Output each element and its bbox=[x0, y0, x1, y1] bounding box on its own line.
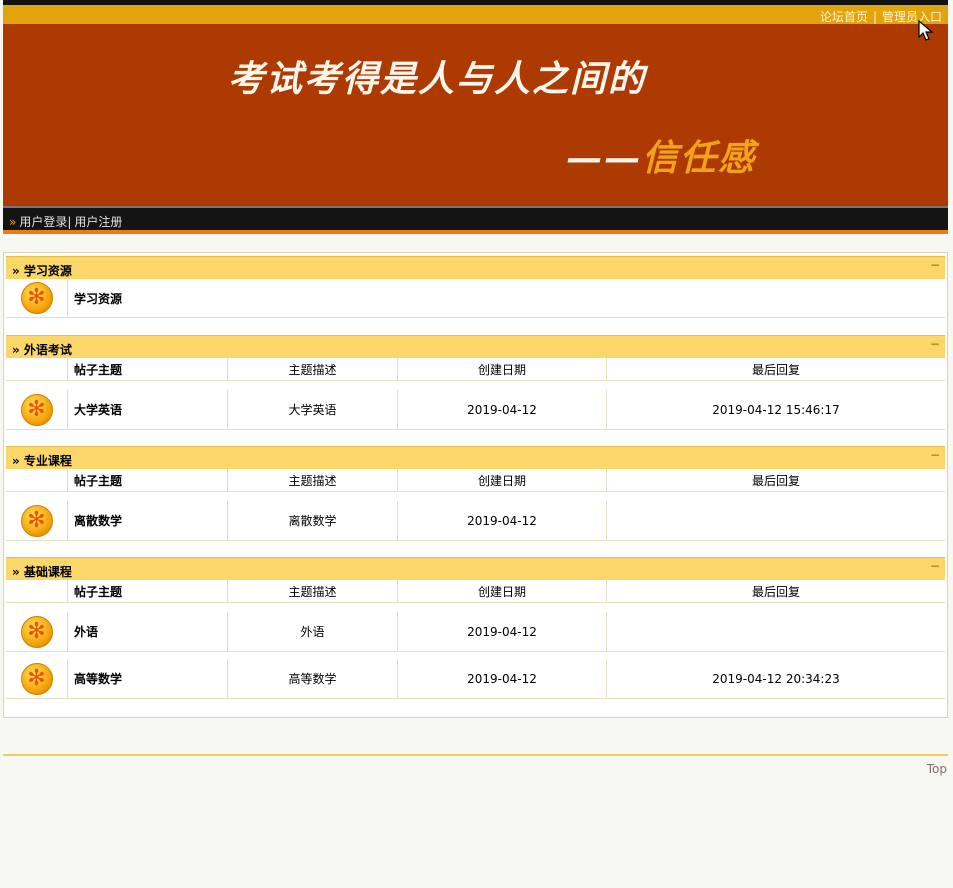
collapse-icon[interactable]: − bbox=[930, 448, 940, 462]
topic-cell: 高等数学 bbox=[68, 659, 228, 698]
nav-arrow-icon: » bbox=[9, 215, 17, 229]
banner: 考试考得是人与人之间的 ——信任感 bbox=[3, 24, 948, 206]
collapse-icon[interactable]: − bbox=[930, 337, 940, 351]
forum-row: ✻ 大学英语 大学英语 2019-04-12 2019-04-12 15:46:… bbox=[6, 390, 945, 430]
forum-home-link[interactable]: 论坛首页 bbox=[820, 10, 868, 24]
forum-icon-cell: ✻ bbox=[6, 612, 68, 651]
column-header-row: 帖子主题 主题描述 创建日期 最后回复 bbox=[6, 358, 945, 381]
forum-row: ✻ 高等数学 高等数学 2019-04-12 2019-04-12 20:34:… bbox=[6, 659, 945, 699]
icon-header-cell bbox=[6, 358, 68, 380]
mouse-pointer-icon bbox=[918, 20, 934, 41]
top-links-separator: | bbox=[872, 10, 877, 24]
forum-star-icon: ✻ bbox=[20, 282, 53, 314]
last-reply-header: 最后回复 bbox=[751, 473, 800, 488]
topic-link[interactable]: 大学英语 bbox=[74, 401, 122, 418]
forum-icon-cell: ✻ bbox=[6, 390, 68, 429]
user-nav-bar: » 用户登录| 用户注册 bbox=[3, 206, 948, 230]
forum-row: ✻ 外语 外语 2019-04-12 bbox=[6, 612, 945, 652]
forum-icon-cell: ✻ bbox=[6, 659, 68, 698]
last-reply-cell: 2019-04-12 20:34:23 bbox=[712, 671, 840, 686]
icon-header-cell bbox=[6, 580, 68, 602]
icon-header-cell bbox=[6, 469, 68, 491]
topic-cell: 大学英语 bbox=[68, 390, 228, 429]
login-link[interactable]: 用户登录 bbox=[19, 215, 67, 229]
last-reply-cell: 2019-04-12 15:46:17 bbox=[712, 402, 840, 417]
topic-link[interactable]: 学习资源 bbox=[74, 290, 122, 307]
topic-header: 帖子主题 bbox=[68, 469, 228, 491]
topic-cell: 学习资源 bbox=[68, 279, 228, 317]
column-header-row: 帖子主题 主题描述 创建日期 最后回复 bbox=[6, 580, 945, 603]
date-cell: 2019-04-12 bbox=[398, 612, 607, 651]
slogan-dash: —— bbox=[566, 137, 642, 179]
collapse-icon[interactable]: − bbox=[930, 559, 940, 573]
date-cell: 2019-04-12 bbox=[398, 659, 607, 698]
section-title: » 专业课程 bbox=[12, 454, 72, 468]
last-reply-cell bbox=[607, 612, 945, 651]
slogan-line-1: 考试考得是人与人之间的 bbox=[228, 58, 647, 100]
forum-row: ✻ 学习资源 bbox=[6, 279, 945, 318]
topic-link[interactable]: 离散数学 bbox=[74, 512, 122, 529]
desc-header: 主题描述 bbox=[228, 358, 398, 380]
desc-cell: 离散数学 bbox=[228, 501, 398, 540]
forum-star-icon: ✻ bbox=[20, 615, 53, 648]
nav-separator: | bbox=[67, 215, 72, 229]
column-header-row: 帖子主题 主题描述 创建日期 最后回复 bbox=[6, 469, 945, 492]
collapse-icon[interactable]: − bbox=[930, 258, 940, 272]
last-reply-header: 最后回复 bbox=[751, 584, 800, 599]
section-header-foreign-language-exam[interactable]: » 外语考试 − bbox=[6, 335, 945, 358]
section-title: » 外语考试 bbox=[12, 343, 72, 357]
forum-row: ✻ 离散数学 离散数学 2019-04-12 bbox=[6, 501, 945, 541]
topic-link[interactable]: 高等数学 bbox=[74, 670, 122, 687]
section-title: » 学习资源 bbox=[12, 264, 72, 278]
desc-header: 主题描述 bbox=[228, 469, 398, 491]
desc-cell: 大学英语 bbox=[228, 390, 398, 429]
desc-cell: 高等数学 bbox=[228, 659, 398, 698]
forum-list: » 学习资源 − ✻ 学习资源 » 外语考试 − 帖子主题 主题描述 创建日期 … bbox=[3, 252, 948, 718]
forum-star-icon: ✻ bbox=[20, 393, 53, 426]
forum-star-icon: ✻ bbox=[20, 662, 53, 695]
back-to-top-link[interactable]: Top bbox=[927, 762, 947, 776]
forum-star-icon: ✻ bbox=[20, 504, 53, 537]
top-bar: 论坛首页 | 管理员入口 bbox=[3, 5, 948, 24]
desc-header: 主题描述 bbox=[228, 580, 398, 602]
nav-underline bbox=[3, 230, 948, 234]
date-header: 创建日期 bbox=[398, 469, 607, 491]
topic-header: 帖子主题 bbox=[68, 580, 228, 602]
last-reply-header: 最后回复 bbox=[751, 362, 800, 377]
section-header-professional-courses[interactable]: » 专业课程 − bbox=[6, 446, 945, 469]
forum-icon-cell: ✻ bbox=[6, 501, 68, 540]
date-header: 创建日期 bbox=[398, 580, 607, 602]
register-link[interactable]: 用户注册 bbox=[74, 215, 122, 229]
slogan-line-2: ——信任感 bbox=[566, 129, 756, 181]
date-cell: 2019-04-12 bbox=[398, 501, 607, 540]
slogan-text-2: 信任感 bbox=[642, 137, 757, 179]
topic-cell: 离散数学 bbox=[68, 501, 228, 540]
desc-cell: 外语 bbox=[228, 612, 398, 651]
footer-line bbox=[3, 754, 948, 756]
topic-cell: 外语 bbox=[68, 612, 228, 651]
forum-icon-cell: ✻ bbox=[6, 279, 68, 317]
last-reply-cell bbox=[607, 501, 945, 540]
topic-link[interactable]: 外语 bbox=[74, 623, 98, 640]
section-title: » 基础课程 bbox=[12, 565, 72, 579]
date-cell: 2019-04-12 bbox=[398, 390, 607, 429]
section-header-study-resources[interactable]: » 学习资源 − bbox=[6, 256, 945, 279]
section-header-basic-courses[interactable]: » 基础课程 − bbox=[6, 557, 945, 580]
topic-header: 帖子主题 bbox=[68, 358, 228, 380]
date-header: 创建日期 bbox=[398, 358, 607, 380]
